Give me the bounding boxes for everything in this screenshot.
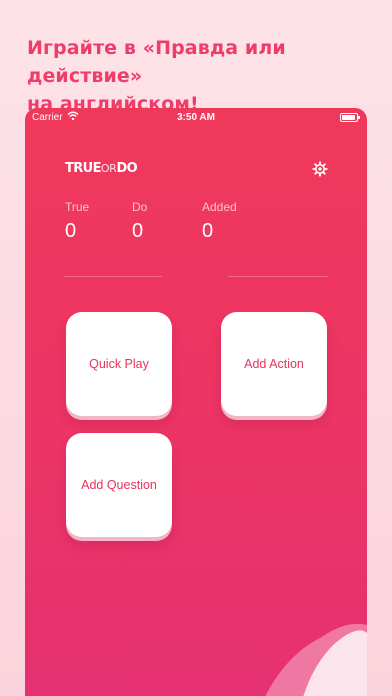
stat-do-value: 0 <box>132 220 144 242</box>
stat-do-label: Do <box>132 200 148 214</box>
battery-icon <box>340 113 360 122</box>
quick-play-button[interactable]: Quick Play <box>66 312 172 416</box>
stat-true-label: True <box>65 200 90 214</box>
add-action-label: Add Action <box>244 357 304 371</box>
decorative-blob <box>265 623 367 696</box>
add-action-button[interactable]: Add Action <box>221 312 327 416</box>
stat-do: Do 0 <box>132 200 147 243</box>
divider-left <box>64 276 162 277</box>
stat-added: Added 0 <box>202 200 237 243</box>
add-question-button[interactable]: Add Question <box>66 433 172 537</box>
clock: 3:50 AM <box>177 112 215 123</box>
promo-headline: Играйте в «Правда или действие» на англи… <box>27 34 377 118</box>
app-logo: TRUEORDO <box>65 161 138 176</box>
add-question-label: Add Question <box>81 478 157 492</box>
status-bar: Carrier 3:50 AM <box>25 108 367 128</box>
app-screen: Carrier 3:50 AM TRUEORDO True 0 Do 0 Add… <box>25 108 367 696</box>
logo-do: DO <box>116 161 138 176</box>
logo-true: TRUE <box>65 161 102 176</box>
promo-line-1: Играйте в «Правда или действие» <box>27 37 286 87</box>
stat-added-label: Added <box>202 200 237 214</box>
logo-or: OR <box>100 162 117 175</box>
stat-true-value: 0 <box>65 220 77 242</box>
quick-play-label: Quick Play <box>89 357 149 371</box>
divider-right <box>228 276 328 277</box>
stat-true: True 0 <box>65 200 89 243</box>
gear-icon[interactable] <box>312 161 328 177</box>
stat-added-value: 0 <box>202 220 214 242</box>
